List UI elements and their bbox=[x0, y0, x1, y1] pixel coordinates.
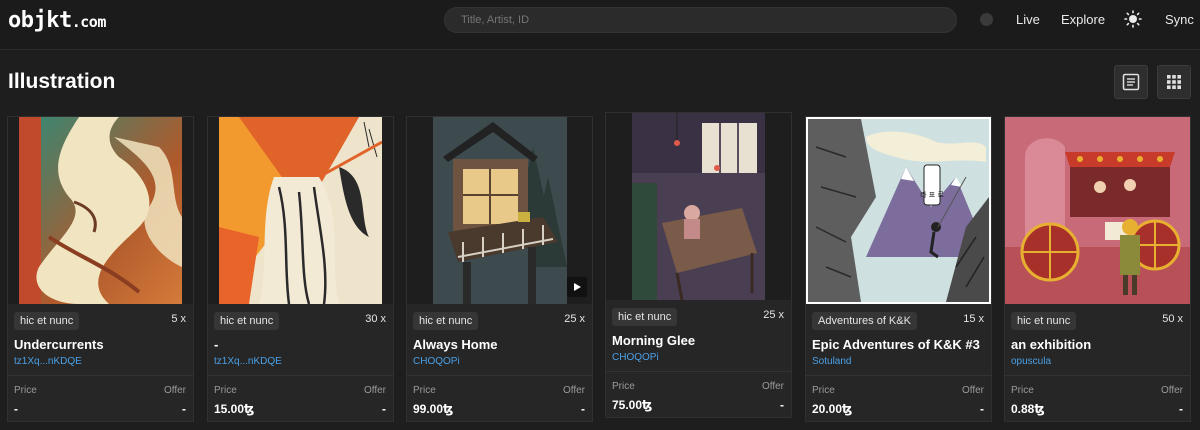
card-divider bbox=[806, 375, 991, 376]
creator-link[interactable]: opuscula bbox=[1011, 356, 1051, 367]
price-value: - bbox=[14, 402, 18, 416]
price-value: 0.88ꜩ bbox=[1011, 402, 1045, 416]
platform-badge[interactable]: hic et nunc bbox=[14, 312, 80, 330]
offer-value: - bbox=[1179, 402, 1183, 416]
price-label: Price bbox=[14, 385, 37, 396]
nav-live[interactable]: Live bbox=[1016, 12, 1040, 27]
artwork-thumbnail[interactable] bbox=[407, 117, 592, 304]
artwork-image bbox=[632, 113, 765, 300]
price-value: 15.00ꜩ bbox=[214, 402, 255, 416]
price-label: Price bbox=[214, 385, 237, 396]
platform-badge[interactable]: Adventures of K&K bbox=[812, 312, 917, 330]
card-divider bbox=[208, 375, 393, 376]
price-label: Price bbox=[812, 385, 835, 396]
offer-label: Offer bbox=[163, 385, 186, 396]
list-view-icon bbox=[1122, 73, 1140, 91]
price-label: Price bbox=[612, 381, 635, 392]
artwork-thumbnail[interactable] bbox=[606, 113, 791, 300]
top-header: objkt.com Live Explore Sync bbox=[0, 0, 1200, 50]
offer-label: Offer bbox=[761, 381, 784, 392]
offer-label: Offer bbox=[961, 385, 984, 396]
nft-card[interactable]: 라 표 로 Adventures of K&K 15 x Epic Advent… bbox=[805, 116, 992, 422]
artwork-image bbox=[19, 117, 182, 304]
offer-label: Offer bbox=[363, 385, 386, 396]
creator-link[interactable]: tz1Xq...nKDQE bbox=[214, 356, 282, 367]
nft-card[interactable]: hic et nunc 30 x - tz1Xq...nKDQE Price O… bbox=[207, 116, 394, 422]
offer-label: Offer bbox=[1160, 385, 1183, 396]
creator-link[interactable]: tz1Xq...nKDQE bbox=[14, 356, 82, 367]
edition-count: 25 x bbox=[564, 313, 585, 325]
platform-badge[interactable]: hic et nunc bbox=[413, 312, 479, 330]
nft-card[interactable]: hic et nunc 25 x Always Home CHOQOPi Pri… bbox=[406, 116, 593, 422]
play-icon bbox=[574, 283, 581, 291]
platform-badge[interactable]: hic et nunc bbox=[612, 308, 678, 326]
artwork-thumbnail[interactable] bbox=[1005, 117, 1190, 304]
creator-link[interactable]: Sotuland bbox=[812, 356, 851, 367]
artwork-image bbox=[219, 117, 382, 304]
card-title[interactable]: an exhibition bbox=[1011, 337, 1091, 352]
artwork-thumbnail[interactable] bbox=[8, 117, 193, 304]
card-divider bbox=[1005, 375, 1190, 376]
offer-value: - bbox=[780, 398, 784, 412]
objkt-logo[interactable]: objkt.com bbox=[8, 8, 106, 33]
search-input[interactable] bbox=[444, 7, 957, 33]
creator-link[interactable]: CHOQOPi bbox=[413, 356, 460, 367]
nav-explore[interactable]: Explore bbox=[1061, 12, 1105, 27]
artwork-image bbox=[432, 117, 567, 304]
play-video-button[interactable] bbox=[567, 277, 587, 297]
card-divider bbox=[606, 371, 791, 372]
edition-count: 5 x bbox=[171, 313, 186, 325]
edition-count: 15 x bbox=[963, 313, 984, 325]
platform-badge[interactable]: hic et nunc bbox=[1011, 312, 1077, 330]
offer-value: - bbox=[382, 402, 386, 416]
grid-view-icon bbox=[1167, 75, 1181, 89]
card-title[interactable]: - bbox=[214, 337, 218, 352]
edition-count: 50 x bbox=[1162, 313, 1183, 325]
artwork-thumbnail[interactable]: 라 표 로 bbox=[806, 117, 991, 304]
price-value: 99.00ꜩ bbox=[413, 402, 454, 416]
nft-card[interactable]: hic et nunc 25 x Morning Glee CHOQOPi Pr… bbox=[605, 112, 792, 418]
price-label: Price bbox=[413, 385, 436, 396]
price-value: 75.00ꜩ bbox=[612, 398, 653, 412]
price-label: Price bbox=[1011, 385, 1034, 396]
offer-value: - bbox=[581, 402, 585, 416]
artwork-thumbnail[interactable] bbox=[208, 117, 393, 304]
artwork-image bbox=[1005, 117, 1190, 304]
page-title: Illustration bbox=[8, 70, 116, 93]
platform-badge[interactable]: hic et nunc bbox=[214, 312, 280, 330]
grid-view-button[interactable] bbox=[1157, 65, 1191, 99]
theme-sun-icon[interactable] bbox=[1124, 10, 1142, 28]
creator-link[interactable]: CHOQOPi bbox=[612, 352, 659, 363]
nav-sync[interactable]: Sync bbox=[1165, 12, 1194, 27]
nft-card[interactable]: hic et nunc 50 x an exhibition opuscula … bbox=[1004, 116, 1191, 422]
card-divider bbox=[407, 375, 592, 376]
speech-bubble-text: 라 표 로 bbox=[920, 190, 944, 199]
wallet-status-dot[interactable] bbox=[980, 13, 993, 26]
offer-value: - bbox=[182, 402, 186, 416]
edition-count: 30 x bbox=[365, 313, 386, 325]
offer-value: - bbox=[980, 402, 984, 416]
artwork-image: 라 표 로 bbox=[808, 119, 989, 302]
offer-label: Offer bbox=[562, 385, 585, 396]
edition-count: 25 x bbox=[763, 309, 784, 321]
list-view-button[interactable] bbox=[1114, 65, 1148, 99]
nft-card[interactable]: hic et nunc 5 x Undercurrents tz1Xq...nK… bbox=[7, 116, 194, 422]
card-title[interactable]: Morning Glee bbox=[612, 333, 695, 348]
card-title[interactable]: Epic Adventures of K&K #3 bbox=[812, 337, 980, 352]
card-title[interactable]: Undercurrents bbox=[14, 337, 104, 352]
card-title[interactable]: Always Home bbox=[413, 337, 498, 352]
price-value: 20.00ꜩ bbox=[812, 402, 853, 416]
card-divider bbox=[8, 375, 193, 376]
